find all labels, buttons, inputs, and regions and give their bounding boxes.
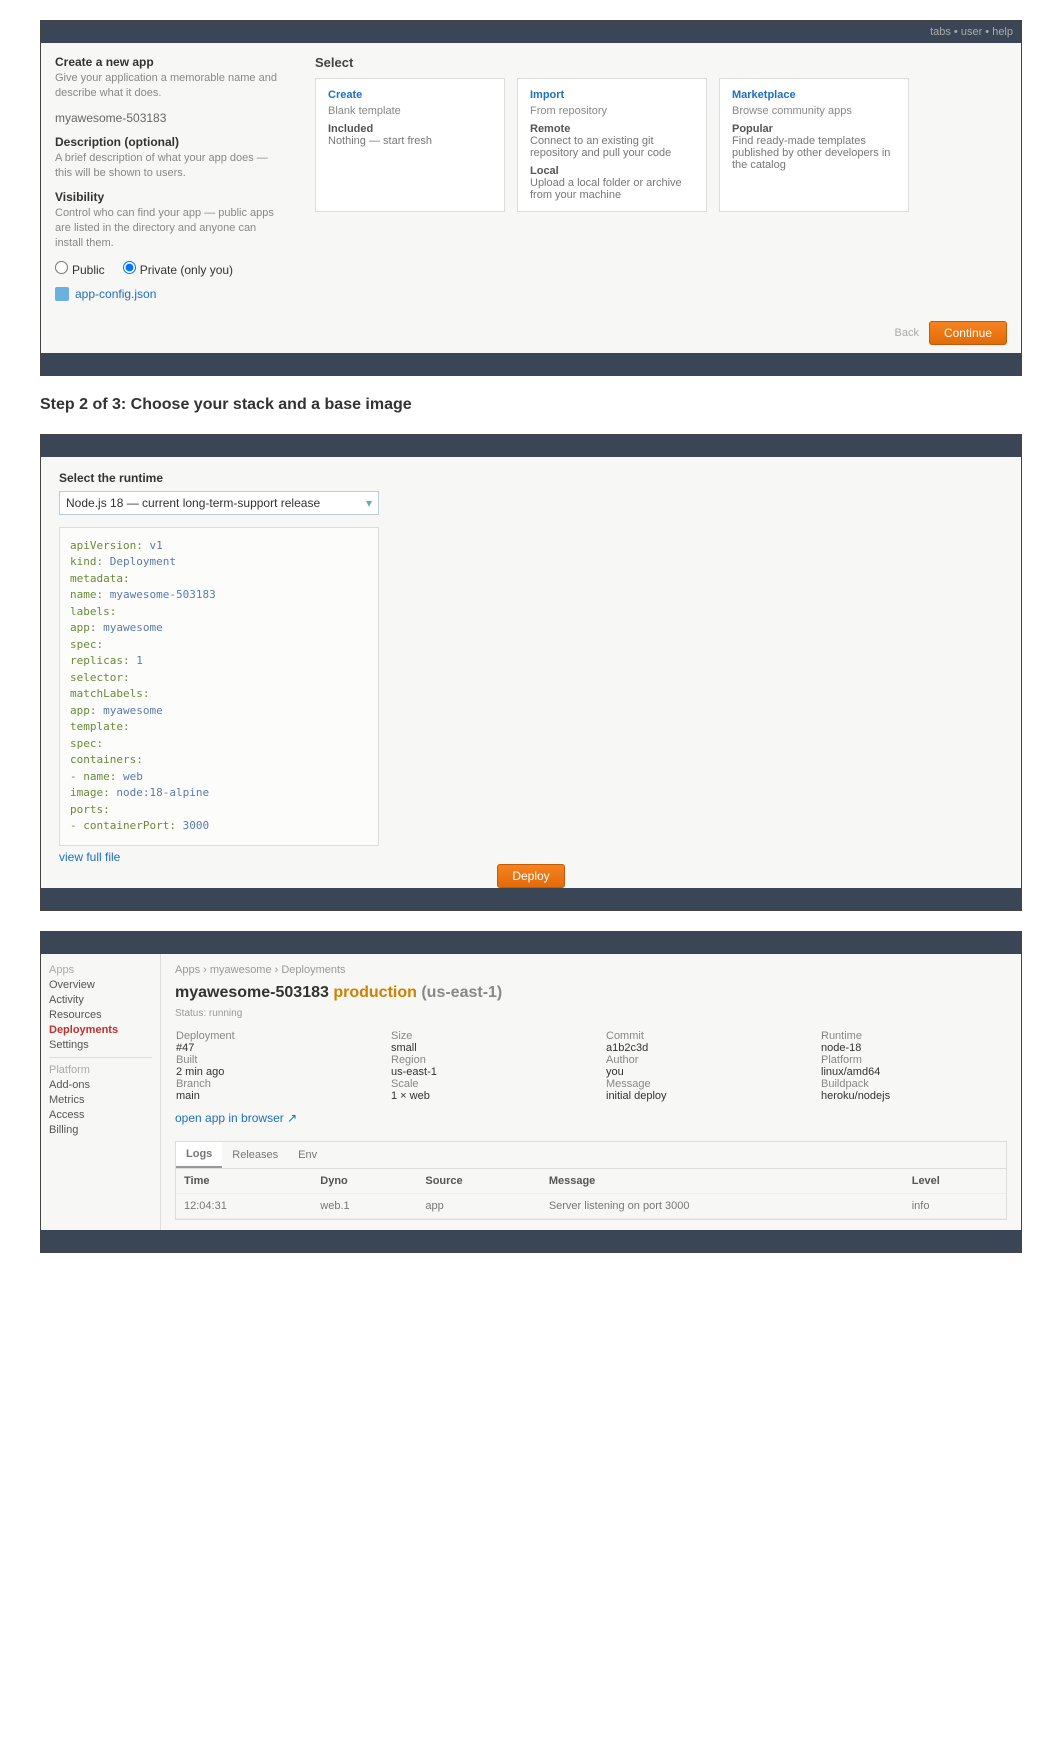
status-badge: Status: running <box>175 1008 1007 1019</box>
continue-button[interactable]: Continue <box>929 321 1007 345</box>
panel-create-app: tabs • user • help Create a new app Give… <box>40 20 1022 376</box>
panel1-header: tabs • user • help <box>41 21 1021 43</box>
attached-file[interactable]: app-config.json <box>75 287 156 301</box>
detail-grid: Deployment#47Built2 min agoBranchmainSiz… <box>175 1029 1007 1103</box>
sidebar-item-add-ons[interactable]: Add-ons <box>49 1079 152 1091</box>
runtime-heading: Select the runtime <box>59 471 1003 485</box>
tab-releases[interactable]: Releases <box>222 1143 288 1167</box>
card-marketplace[interactable]: Marketplace Browse community apps Popula… <box>719 78 909 212</box>
header-right-controls[interactable]: tabs • user • help <box>930 26 1013 38</box>
visibility-label: Visibility <box>55 190 287 204</box>
tab-env[interactable]: Env <box>288 1143 327 1167</box>
step-title: Step 2 of 3: Choose your stack and a bas… <box>40 396 1022 414</box>
panel1-footer <box>41 353 1021 375</box>
back-button[interactable]: Back <box>894 327 918 339</box>
panel-deployment-detail: AppsOverviewActivityResourcesDeployments… <box>40 931 1022 1253</box>
runtime-dropdown[interactable]: Node.js 18 — current long-term-support r… <box>59 491 379 515</box>
description-hint: A brief description of what your app doe… <box>55 151 287 181</box>
logs-table: TimeDynoSourceMessageLevel12:04:31web.1a… <box>176 1169 1006 1219</box>
sidebar-item-access[interactable]: Access <box>49 1109 152 1121</box>
runtime-value: Node.js 18 — current long-term-support r… <box>66 496 320 510</box>
panel2-header <box>41 435 1021 457</box>
sidebar-item-resources[interactable]: Resources <box>49 1009 152 1021</box>
visibility-hint: Control who can find your app — public a… <box>55 206 287 251</box>
description-label: Description (optional) <box>55 135 287 149</box>
panel2-footer <box>41 888 1021 910</box>
tab-logs[interactable]: Logs <box>176 1142 222 1168</box>
app-name-value: myawesome-503183 <box>55 111 287 125</box>
select-heading: Select <box>315 55 1007 70</box>
create-app-hint: Give your application a memorable name a… <box>55 71 287 101</box>
sidebar-item-overview[interactable]: Overview <box>49 979 152 991</box>
sidebar-item-activity[interactable]: Activity <box>49 994 152 1006</box>
deploy-button[interactable]: Deploy <box>497 864 564 888</box>
visibility-public[interactable]: Public <box>55 261 105 277</box>
panel3-footer <box>41 1230 1021 1252</box>
sidebar-item-billing[interactable]: Billing <box>49 1124 152 1136</box>
page-title: myawesome-503183 production (us-east-1) <box>175 984 1007 1002</box>
sidebar: AppsOverviewActivityResourcesDeployments… <box>41 954 161 1230</box>
card-create[interactable]: Create Blank template Included Nothing —… <box>315 78 505 212</box>
view-full-file-link[interactable]: view full file <box>59 850 120 864</box>
breadcrumb: Apps › myawesome › Deployments <box>175 964 1007 976</box>
chevron-down-icon: ▾ <box>366 496 372 510</box>
sidebar-item-settings[interactable]: Settings <box>49 1039 152 1051</box>
open-app-link[interactable]: open app in browser ↗ <box>175 1111 297 1125</box>
sidebar-item-metrics[interactable]: Metrics <box>49 1094 152 1106</box>
visibility-private[interactable]: Private (only you) <box>123 261 233 277</box>
panel3-header <box>41 932 1021 954</box>
file-icon <box>55 287 69 301</box>
config-preview: apiVersion: v1kind: Deploymentmetadata: … <box>59 527 379 846</box>
log-tabs: LogsReleasesEnv <box>176 1142 1006 1169</box>
sidebar-item-deployments[interactable]: Deployments <box>49 1024 152 1036</box>
card-import[interactable]: Import From repository Remote Connect to… <box>517 78 707 212</box>
create-app-label: Create a new app <box>55 55 287 69</box>
panel-runtime: Select the runtime Node.js 18 — current … <box>40 434 1022 911</box>
